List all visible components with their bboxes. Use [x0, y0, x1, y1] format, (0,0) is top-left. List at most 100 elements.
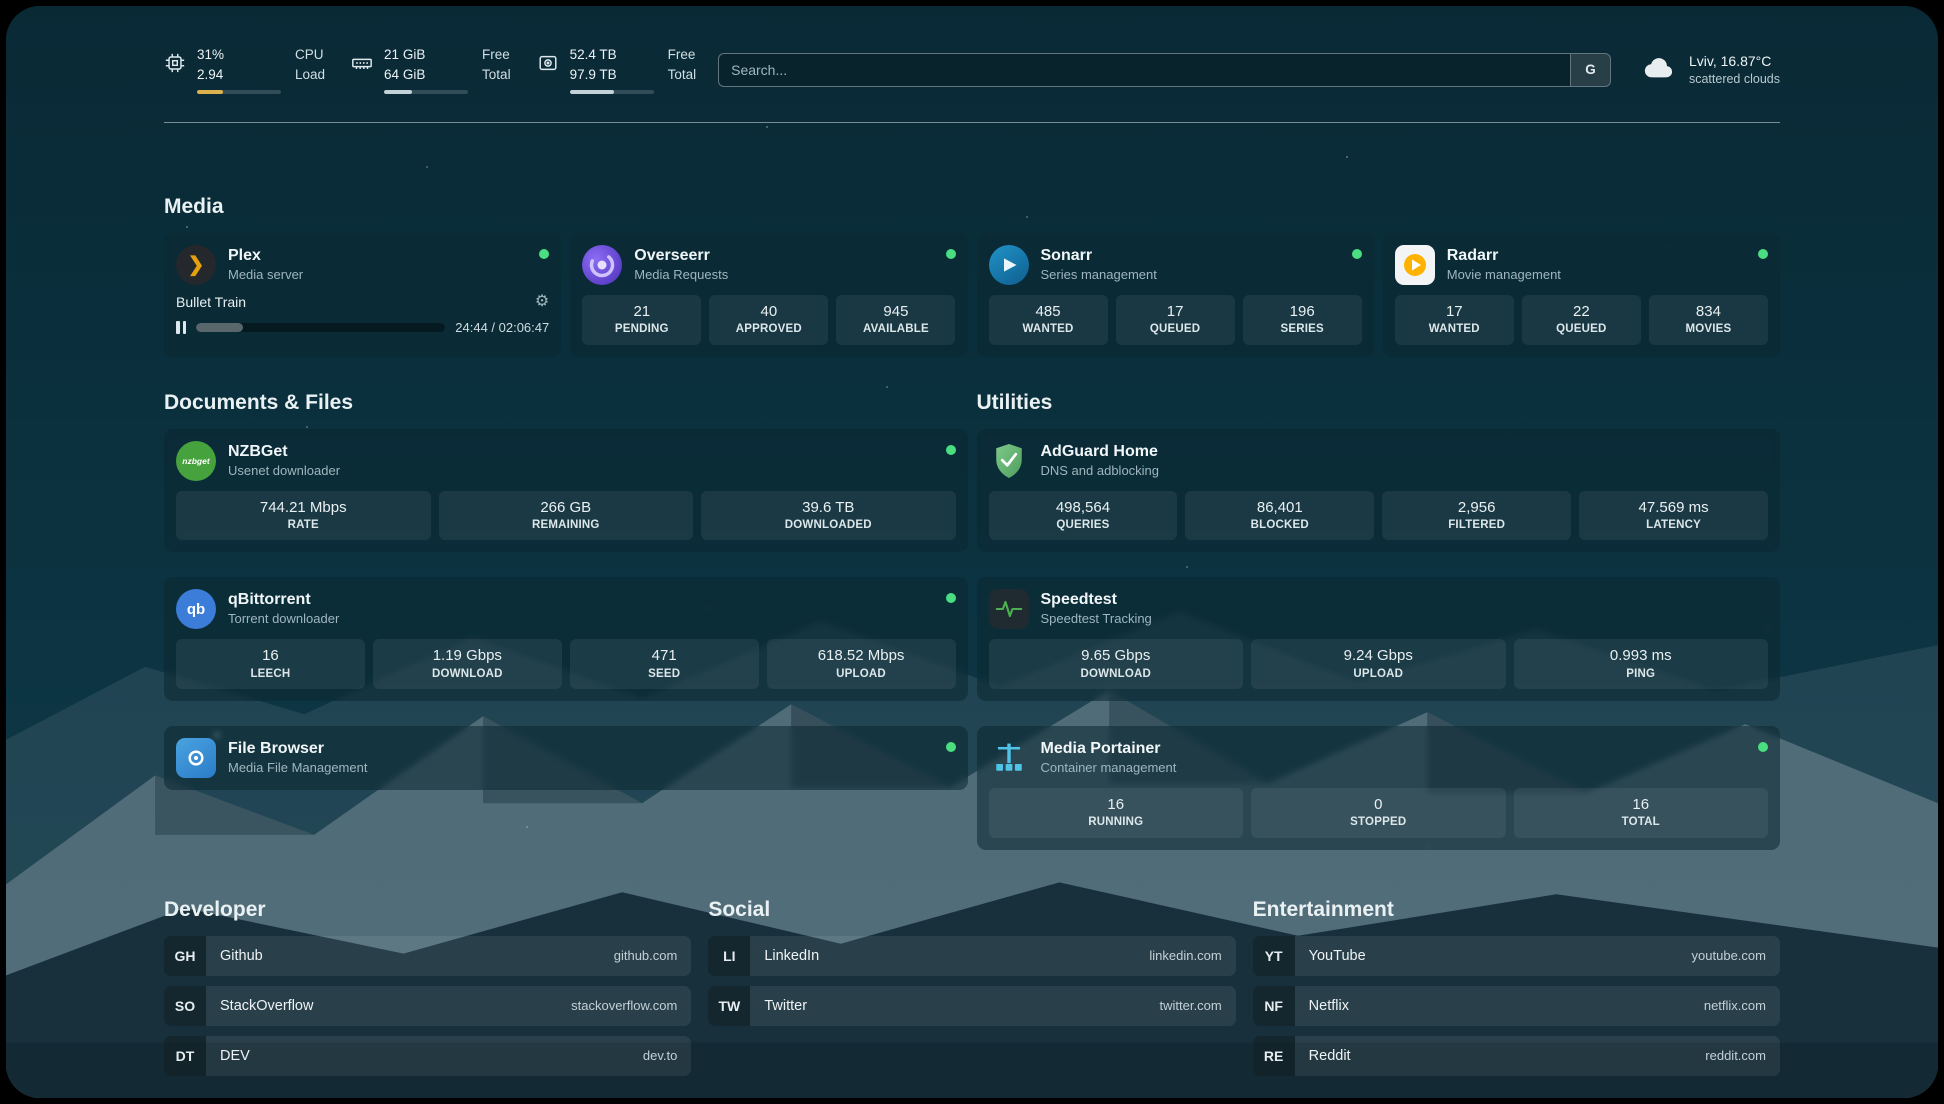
service-card-overseerr[interactable]: Overseerr Media Requests 21 PENDING 40 A…: [570, 233, 967, 357]
disk-label-2: Total: [668, 66, 697, 85]
stat-ping: 0.993 ms PING: [1514, 639, 1769, 689]
service-name: Overseerr: [634, 246, 933, 267]
memory-free: 21 GiB: [384, 46, 468, 65]
service-card-plex[interactable]: ❯ Plex Media server Bullet Train ⚙ 24:44…: [164, 233, 561, 357]
memory-label-1: Free: [482, 46, 511, 65]
stat-series: 196 SERIES: [1243, 295, 1362, 345]
filebrowser-icon: [176, 738, 216, 778]
bookmark-abbr: YT: [1253, 936, 1295, 976]
search-input[interactable]: [719, 54, 1570, 86]
stat-rate: 744.21 Mbps RATE: [176, 491, 431, 541]
stat-blocked: 86,401 BLOCKED: [1185, 491, 1374, 541]
stat-upload: 9.24 Gbps UPLOAD: [1251, 639, 1506, 689]
bookmark-youtube[interactable]: YT YouTube youtube.com: [1253, 936, 1780, 976]
bookmark-url: linkedin.com: [1149, 948, 1235, 963]
bookmark-name: Github: [206, 948, 614, 964]
bookmark-netflix[interactable]: NF Netflix netflix.com: [1253, 986, 1780, 1026]
weather-location: Lviv, 16.87°C: [1689, 52, 1780, 71]
stat-downloaded: 39.6 TB DOWNLOADED: [701, 491, 956, 541]
service-name: File Browser: [228, 739, 934, 760]
service-name: Radarr: [1447, 246, 1746, 267]
service-card-portainer[interactable]: Media Portainer Container management 16 …: [977, 726, 1781, 850]
stat-seed: 471 SEED: [570, 639, 759, 689]
weather-condition: scattered clouds: [1689, 71, 1780, 88]
service-card-radarr[interactable]: Radarr Movie management 17 WANTED 22 QUE…: [1383, 233, 1780, 357]
stat-remaining: 266 GB REMAINING: [439, 491, 694, 541]
service-name: Speedtest: [1041, 590, 1769, 611]
playback-progress-bar: [196, 323, 445, 332]
service-subtitle: Series management: [1041, 267, 1340, 284]
service-name: NZBGet: [228, 442, 934, 463]
stat-latency: 47.569 ms LATENCY: [1579, 491, 1768, 541]
search-provider-button[interactable]: G: [1570, 54, 1610, 86]
cpu-usage-bar: [197, 90, 281, 94]
memory-icon: [351, 52, 373, 79]
topbar-divider: [164, 122, 1780, 123]
section-title-documents: Documents & Files: [164, 391, 968, 415]
service-card-qbittorrent[interactable]: qb qBittorrent Torrent downloader 16 LEE…: [164, 577, 968, 701]
service-subtitle: Usenet downloader: [228, 463, 934, 480]
section-title-utilities: Utilities: [977, 391, 1781, 415]
service-name: Sonarr: [1041, 246, 1340, 267]
bookmark-url: youtube.com: [1692, 948, 1780, 963]
bookmark-stackoverflow[interactable]: SO StackOverflow stackoverflow.com: [164, 986, 691, 1026]
bookmark-url: dev.to: [643, 1048, 691, 1063]
service-subtitle: Movie management: [1447, 267, 1746, 284]
bookmark-twitter[interactable]: TW Twitter twitter.com: [708, 986, 1235, 1026]
bookmark-abbr: TW: [708, 986, 750, 1026]
stat-pending: 21 PENDING: [582, 295, 701, 345]
playback-time: 24:44 / 02:06:47: [455, 320, 549, 335]
bookmark-url: netflix.com: [1704, 998, 1780, 1013]
bookmark-reddit[interactable]: RE Reddit reddit.com: [1253, 1036, 1780, 1076]
cpu-label-2: Load: [295, 66, 325, 85]
nzbget-icon: nzbget: [176, 441, 216, 481]
status-dot: [946, 593, 956, 603]
cpu-icon: [164, 52, 186, 79]
service-card-nzbget[interactable]: nzbget NZBGet Usenet downloader 744.21 M…: [164, 429, 968, 553]
disk-label-1: Free: [668, 46, 697, 65]
service-card-adguard[interactable]: AdGuard Home DNS and adblocking 498,564 …: [977, 429, 1781, 553]
bookmark-url: twitter.com: [1160, 998, 1236, 1013]
service-card-sonarr[interactable]: Sonarr Series management 485 WANTED 17 Q…: [977, 233, 1374, 357]
memory-widget: 21 GiB Free 64 GiB Total: [351, 46, 511, 94]
disk-icon: [537, 52, 559, 79]
bookmark-dev[interactable]: DT DEV dev.to: [164, 1036, 691, 1076]
bookmark-name: Netflix: [1295, 998, 1704, 1014]
dashboard-window: 31% CPU 2.94 Load: [6, 6, 1938, 1098]
service-name: Plex: [228, 246, 527, 267]
bookmark-abbr: DT: [164, 1036, 206, 1076]
radarr-icon: [1395, 245, 1435, 285]
bookmark-name: LinkedIn: [750, 948, 1149, 964]
status-dot: [1758, 742, 1768, 752]
service-subtitle: Speedtest Tracking: [1041, 611, 1769, 628]
topbar: 31% CPU 2.94 Load: [164, 46, 1780, 94]
settings-gear-icon[interactable]: ⚙: [535, 294, 549, 310]
cpu-percent: 31%: [197, 46, 281, 65]
search-bar: G: [718, 53, 1611, 87]
pause-icon[interactable]: [176, 321, 186, 334]
status-dot: [946, 445, 956, 455]
bookmark-linkedin[interactable]: LI LinkedIn linkedin.com: [708, 936, 1235, 976]
memory-usage-bar: [384, 90, 468, 94]
memory-total: 64 GiB: [384, 66, 468, 85]
stat-wanted: 485 WANTED: [989, 295, 1108, 345]
service-card-speedtest[interactable]: Speedtest Speedtest Tracking 9.65 Gbps D…: [977, 577, 1781, 701]
bookmark-abbr: SO: [164, 986, 206, 1026]
disk-total: 97.9 TB: [570, 66, 654, 85]
section-title-social: Social: [708, 898, 1235, 922]
bookmark-name: DEV: [206, 1048, 643, 1064]
plex-icon: ❯: [176, 245, 216, 285]
section-title-media: Media: [164, 195, 1780, 219]
service-card-filebrowser[interactable]: File Browser Media File Management: [164, 726, 968, 790]
utilities-column: Utilities: [977, 391, 1781, 850]
service-name: qBittorrent: [228, 590, 934, 611]
bookmark-github[interactable]: GH Github github.com: [164, 936, 691, 976]
stat-stopped: 0 STOPPED: [1251, 788, 1506, 838]
middle-columns: Documents & Files nzbget NZBGet Usenet d…: [164, 391, 1780, 850]
service-subtitle: Media Requests: [634, 267, 933, 284]
stat-approved: 40 APPROVED: [709, 295, 828, 345]
stat-upload: 618.52 Mbps UPLOAD: [767, 639, 956, 689]
stat-download: 1.19 Gbps DOWNLOAD: [373, 639, 562, 689]
service-subtitle: Media File Management: [228, 760, 934, 777]
stat-leech: 16 LEECH: [176, 639, 365, 689]
